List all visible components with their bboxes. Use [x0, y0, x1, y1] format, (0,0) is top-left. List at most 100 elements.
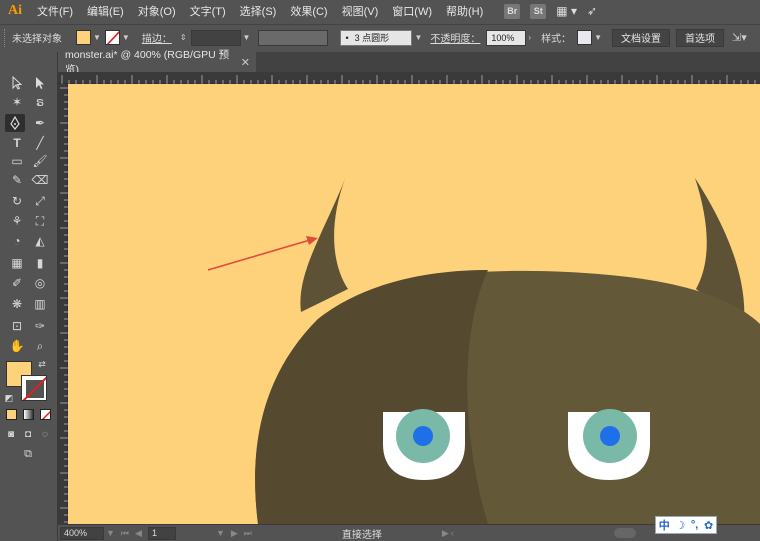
rectangle-tool-icon[interactable]: ▭	[7, 152, 27, 170]
stroke-dropdown-icon[interactable]: ▼	[122, 33, 130, 42]
document-tab-bar: monster.ai* @ 400% (RGB/GPU 预览) ✕	[58, 49, 760, 76]
default-fill-stroke-icon[interactable]: ◩	[3, 392, 15, 404]
first-artboard-icon[interactable]: ⏮	[121, 528, 129, 539]
fill-swatch[interactable]	[76, 30, 91, 45]
gradient-tool-icon[interactable]: ▮	[30, 254, 50, 272]
selection-tool-icon[interactable]	[7, 74, 27, 92]
stroke-weight-dropdown-icon[interactable]: ▼	[243, 33, 251, 42]
horizontal-scrollbar-thumb[interactable]	[613, 528, 636, 538]
variable-width-profile[interactable]	[258, 29, 329, 46]
opacity-label[interactable]: 不透明度：	[430, 30, 480, 45]
shaper-tool-icon[interactable]: ✎	[7, 171, 27, 189]
eyedropper-tool-icon[interactable]: ✐	[7, 274, 27, 292]
swap-fill-stroke-icon[interactable]: ⇄	[36, 358, 48, 370]
line-segment-tool-icon[interactable]: ╱	[30, 134, 50, 152]
hand-tool-icon[interactable]: ✋	[7, 337, 27, 355]
stroke-label[interactable]: 描边：	[142, 30, 172, 45]
menu-edit[interactable]: 编辑(E)	[80, 3, 131, 19]
slice-tool-icon[interactable]: ✑	[30, 317, 50, 335]
menu-window[interactable]: 窗口(W)	[385, 3, 439, 19]
brush-definition[interactable]: • 3 点圆形	[340, 29, 413, 46]
stroke-weight-field[interactable]	[190, 29, 241, 46]
gpu-performance-icon[interactable]: ➶	[587, 4, 597, 18]
artboard-tool-icon[interactable]: ⊡	[7, 317, 27, 335]
workspace-grid-icon[interactable]: ▦ ▾	[556, 4, 577, 18]
bridge-button[interactable]: Br	[504, 3, 521, 19]
menu-view[interactable]: 视图(V)	[335, 3, 386, 19]
stroke-color-box[interactable]	[21, 375, 47, 401]
menu-type[interactable]: 文字(T)	[183, 3, 233, 19]
stroke-stepper-icon[interactable]: ⇕	[180, 33, 187, 42]
stroke-swatch[interactable]	[104, 30, 120, 45]
menu-effect[interactable]: 效果(C)	[283, 3, 334, 19]
menu-object[interactable]: 对象(O)	[131, 3, 183, 19]
vertical-ruler[interactable]	[58, 84, 68, 524]
warp-tool-icon[interactable]: ⚘	[7, 212, 27, 230]
pen-tool-icon[interactable]	[5, 114, 25, 132]
artboard-number-field[interactable]: 1	[147, 526, 176, 540]
lasso-tool-icon[interactable]: ຣ	[30, 93, 50, 111]
ime-punctuation-icon[interactable]: °,	[691, 519, 698, 531]
arrange-documents-icon[interactable]: ⇲▾	[732, 31, 747, 44]
current-tool-status: 直接选择	[341, 529, 382, 541]
scale-tool-icon[interactable]: ⤢	[30, 192, 50, 210]
next-artboard-icon[interactable]: ▶	[231, 528, 238, 539]
shape-builder-tool-icon[interactable]: ◔	[7, 232, 27, 250]
horizontal-ruler[interactable]	[58, 72, 760, 84]
zoom-level-field[interactable]: 400%	[60, 526, 104, 540]
monster-body-shadow	[255, 270, 488, 524]
rotate-tool-icon[interactable]: ↻	[7, 192, 27, 210]
status-menu-icon[interactable]: ▶	[442, 528, 449, 539]
last-artboard-icon[interactable]: ⏭	[244, 528, 252, 539]
direct-selection-tool-icon[interactable]	[30, 74, 50, 92]
selection-status: 未选择对象	[12, 34, 62, 45]
scroll-left-icon[interactable]: ‹	[451, 528, 454, 538]
style-swatch[interactable]	[577, 30, 593, 45]
artboard-dropdown-icon[interactable]: ▼	[216, 528, 225, 538]
fill-dropdown-icon[interactable]: ▼	[93, 33, 101, 42]
column-graph-tool-icon[interactable]: ▥	[30, 295, 50, 313]
curvature-tool-icon[interactable]: ✒	[30, 114, 50, 132]
draw-behind-icon[interactable]: ◘	[20, 426, 36, 442]
ime-language-toggle[interactable]: 中	[659, 517, 670, 533]
previous-artboard-icon[interactable]: ◀	[135, 528, 142, 539]
menu-select[interactable]: 选择(S)	[233, 3, 284, 19]
gradient-mode-icon[interactable]	[23, 409, 34, 420]
stock-button[interactable]: St	[530, 3, 547, 19]
monster-left-horn	[300, 179, 348, 312]
free-transform-tool-icon[interactable]: ⛶	[30, 212, 50, 230]
style-dropdown-icon[interactable]: ▼	[594, 33, 602, 42]
monster-right-eye-pupil	[600, 426, 620, 446]
menu-file[interactable]: 文件(F)	[30, 3, 80, 19]
blend-tool-icon[interactable]: ◎	[30, 274, 50, 292]
preferences-button[interactable]: 首选项	[675, 28, 724, 47]
document-setup-button[interactable]: 文档设置	[611, 28, 670, 47]
menu-help[interactable]: 帮助(H)	[439, 3, 490, 19]
mesh-tool-icon[interactable]: ▦	[7, 254, 27, 272]
brush-dot-icon: •	[345, 32, 349, 43]
ime-settings-gear-icon[interactable]: ✿	[704, 519, 713, 532]
zoom-dropdown-icon[interactable]: ▼	[106, 528, 115, 538]
paintbrush-tool-icon[interactable]: 🖌	[30, 152, 50, 170]
change-screen-mode-icon[interactable]: ⧉	[17, 446, 39, 462]
magic-wand-tool-icon[interactable]: ✶	[7, 93, 27, 111]
panel-grip[interactable]	[4, 28, 8, 47]
perspective-grid-tool-icon[interactable]: ◭	[30, 232, 50, 250]
opacity-field[interactable]: 100%	[486, 29, 527, 46]
ime-halfwidth-moon-icon[interactable]: ☽	[675, 519, 685, 532]
document-tab[interactable]: monster.ai* @ 400% (RGB/GPU 预览) ✕	[58, 49, 256, 76]
color-mode-icon[interactable]	[6, 409, 17, 420]
zoom-tool-icon[interactable]: ⌕	[30, 337, 50, 355]
opacity-arrow-icon[interactable]: ›	[528, 33, 531, 42]
ime-toolbar[interactable]: 中 ☽ °, ✿	[655, 516, 717, 534]
artboard-canvas[interactable]	[68, 84, 760, 524]
type-tool-icon[interactable]: T	[7, 134, 27, 152]
eraser-tool-icon[interactable]: ⌫	[30, 171, 50, 189]
draw-normal-icon[interactable]: ◙	[3, 426, 19, 442]
draw-inside-icon[interactable]: ◌	[37, 426, 53, 442]
close-tab-icon[interactable]: ✕	[241, 56, 250, 69]
brush-dropdown-icon[interactable]: ▼	[414, 33, 422, 42]
none-mode-icon[interactable]	[40, 409, 51, 420]
symbol-sprayer-tool-icon[interactable]: ❋	[7, 295, 27, 313]
monster-left-eye-pupil	[413, 426, 433, 446]
